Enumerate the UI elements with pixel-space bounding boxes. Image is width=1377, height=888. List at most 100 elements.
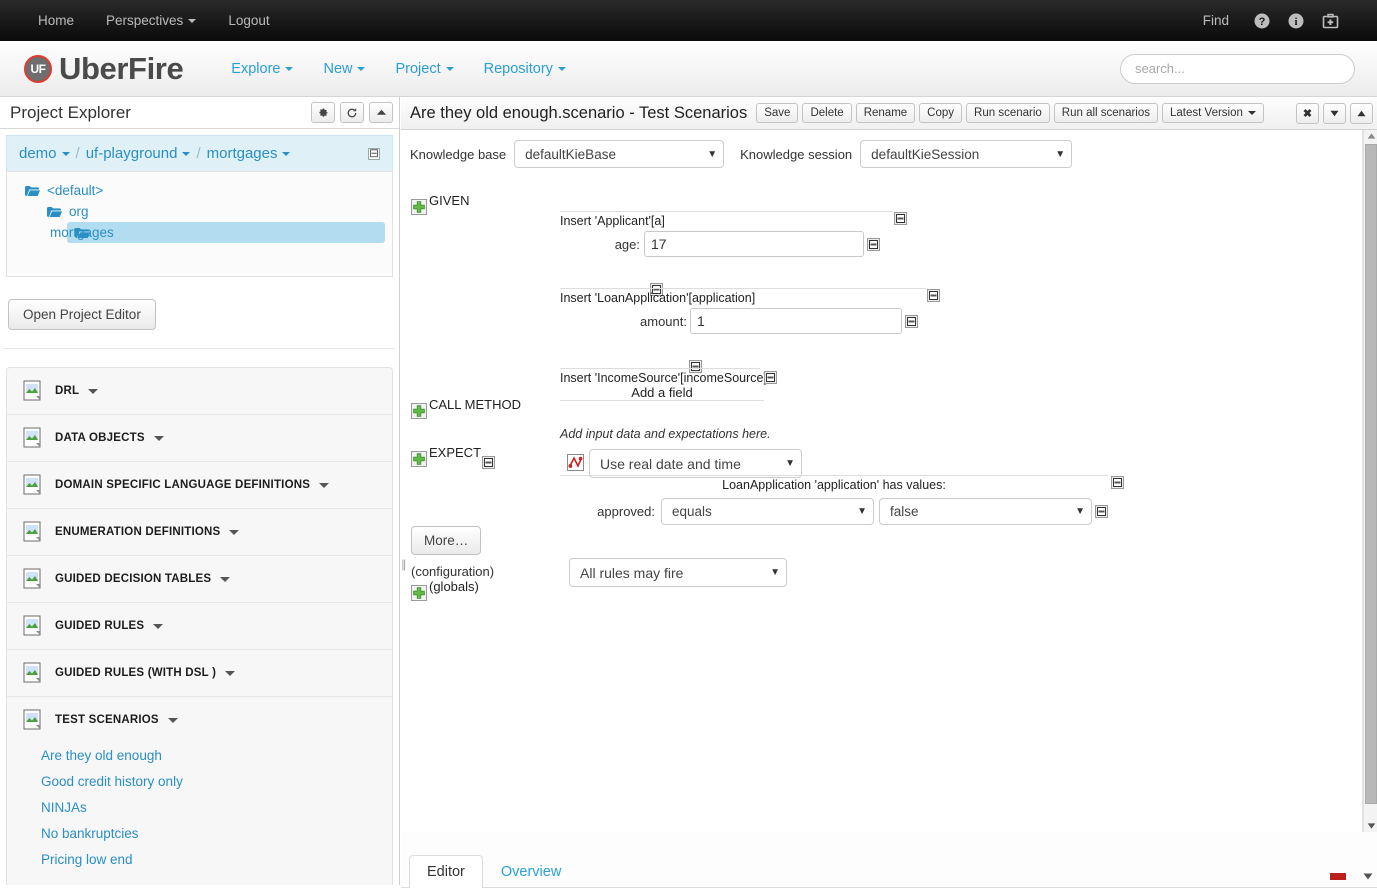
menu-repository[interactable]: Repository — [469, 61, 581, 77]
remove-fact-icon[interactable] — [927, 289, 940, 302]
nav-perspectives[interactable]: Perspectives — [90, 0, 212, 41]
accordion-header-guided-rules[interactable]: GUIDED RULES — [23, 603, 392, 649]
list-item[interactable]: Good credit history only — [41, 769, 392, 795]
delete-button[interactable]: Delete — [802, 103, 851, 123]
nav-logout[interactable]: Logout — [212, 0, 285, 41]
resize-corner-icon[interactable] — [1361, 870, 1374, 883]
tree-item-mortgages[interactable]: mortgages — [67, 222, 385, 243]
add-icon[interactable] — [411, 451, 427, 467]
breadcrumb-separator: / — [196, 145, 200, 162]
breadcrumb-repository-label: demo — [19, 145, 57, 162]
accordion-header-guided-decision-tables[interactable]: GUIDED DECISION TABLES — [23, 556, 392, 602]
amount-input[interactable] — [690, 308, 902, 334]
scroll-down-arrow-icon[interactable] — [1364, 820, 1377, 832]
document-icon — [23, 662, 43, 684]
test-scenarios-list: Are they old enough Good credit history … — [23, 743, 392, 885]
info-icon[interactable]: i — [1279, 0, 1313, 41]
gear-icon[interactable] — [311, 102, 335, 123]
save-button[interactable]: Save — [756, 103, 798, 123]
breadcrumb-collapse-icon[interactable]: ⊟ — [368, 148, 380, 160]
tree-item-label: <default> — [47, 183, 103, 198]
collapse-icon[interactable] — [369, 102, 393, 123]
app-logo[interactable]: UF UberFire — [0, 51, 183, 87]
scroll-up-arrow-icon[interactable] — [1364, 130, 1377, 142]
version-selector-button[interactable]: Latest Version — [1162, 103, 1264, 123]
accordion-header-data-objects[interactable]: DATA OBJECTS — [23, 415, 392, 461]
more-button[interactable]: More… — [411, 526, 481, 555]
menu-new[interactable]: New — [308, 61, 380, 77]
chevron-down-icon — [357, 67, 365, 71]
menu-explore[interactable]: Explore — [216, 61, 308, 77]
add-icon[interactable] — [411, 403, 427, 419]
run-all-scenarios-button[interactable]: Run all scenarios — [1054, 103, 1158, 123]
rules-fire-select[interactable]: All rules may fire ▼ — [569, 558, 787, 587]
accordion-header-dsl-definitions[interactable]: DOMAIN SPECIFIC LANGUAGE DEFINITIONS — [23, 462, 392, 508]
remove-field-icon[interactable] — [905, 315, 918, 328]
fact-title: Insert 'Applicant'[a] — [560, 211, 892, 228]
accordion-header-guided-rules-dsl[interactable]: GUIDED RULES (WITH DSL ) — [23, 650, 392, 696]
remove-expectation-field-icon[interactable] — [1095, 505, 1108, 518]
accordion-item-data-objects: DATA OBJECTS — [7, 415, 392, 462]
menu-project[interactable]: Project — [380, 61, 468, 77]
document-icon — [23, 709, 43, 731]
open-project-editor-button[interactable]: Open Project Editor — [8, 299, 156, 330]
list-item[interactable]: Are they old enough — [41, 743, 392, 769]
nav-find[interactable]: Find — [1187, 0, 1245, 41]
menu-new-label: New — [323, 61, 352, 77]
close-icon[interactable]: ✖ — [1296, 103, 1319, 124]
remove-expectation-icon[interactable] — [1111, 476, 1124, 489]
breadcrumb-item-project[interactable]: mortgages — [207, 145, 291, 162]
briefcase-icon[interactable] — [1313, 0, 1347, 41]
chevron-up-icon[interactable] — [1350, 103, 1373, 124]
accordion-item-guided-rules: GUIDED RULES — [7, 603, 392, 650]
knowledge-session-label: Knowledge session — [740, 147, 852, 162]
help-icon[interactable]: ? — [1245, 0, 1279, 41]
knowledge-session-select[interactable]: defaultKieSession ▼ — [860, 140, 1072, 168]
chevron-down-icon[interactable] — [1323, 103, 1346, 124]
menu-repository-label: Repository — [484, 61, 553, 77]
tree-item-org[interactable]: org — [7, 201, 392, 222]
tree-item-default[interactable]: <default> — [7, 180, 392, 201]
operator-select[interactable]: equals ▼ — [661, 498, 874, 525]
nav-logout-label: Logout — [228, 13, 269, 28]
list-item[interactable]: Pricing low end — [41, 847, 392, 873]
breadcrumb-item-project-group[interactable]: uf-playground — [86, 145, 191, 162]
accordion-item-guided-rules-dsl: GUIDED RULES (WITH DSL ) — [7, 650, 392, 697]
knowledge-base-select[interactable]: defaultKieBase ▼ — [514, 140, 724, 168]
remove-field-icon[interactable] — [867, 238, 880, 251]
age-input[interactable] — [644, 231, 864, 257]
expect-label: EXPECT — [429, 445, 481, 460]
refresh-icon[interactable] — [340, 102, 364, 123]
nav-home[interactable]: Home — [22, 0, 90, 41]
add-icon[interactable] — [411, 199, 427, 215]
run-scenario-button[interactable]: Run scenario — [966, 103, 1050, 123]
vertical-scrollbar[interactable] — [1363, 130, 1377, 832]
clock-red-icon[interactable] — [567, 454, 584, 474]
add-icon[interactable] — [411, 585, 427, 601]
remove-fact-icon[interactable] — [894, 212, 907, 225]
list-item[interactable]: No bankruptcies — [41, 821, 392, 847]
remove-expect-icon[interactable] — [482, 456, 495, 469]
search-input[interactable] — [1120, 54, 1355, 84]
accordion-header-test-scenarios[interactable]: TEST SCENARIOS — [23, 697, 392, 743]
status-marker — [1330, 873, 1346, 880]
accordion-header-drl[interactable]: DRL — [23, 368, 392, 414]
rename-button[interactable]: Rename — [856, 103, 915, 123]
date-time-value: Use real date and time — [600, 456, 741, 472]
accordion-header-enumeration-definitions[interactable]: ENUMERATION DEFINITIONS — [23, 509, 392, 555]
editor-tabs: Editor Overview — [401, 850, 1377, 888]
remove-fact-icon[interactable] — [764, 371, 777, 384]
uberfire-logo-icon: UF — [24, 55, 52, 83]
list-item[interactable]: NINJAs — [41, 795, 392, 821]
vertical-scroll-thumb[interactable] — [1365, 144, 1377, 804]
expected-value-select[interactable]: false ▼ — [879, 498, 1092, 525]
panel-splitter[interactable]: ∥ — [401, 558, 407, 582]
chevron-down-icon — [153, 624, 163, 629]
date-time-select[interactable]: Use real date and time ▼ — [589, 449, 802, 478]
tab-editor[interactable]: Editor — [409, 855, 483, 888]
add-field-link[interactable]: Add a field — [560, 385, 764, 401]
tab-overview[interactable]: Overview — [483, 855, 579, 888]
expectation-title: LoanApplication 'application' has values… — [560, 475, 1108, 492]
copy-button[interactable]: Copy — [919, 103, 962, 123]
breadcrumb-item-repository[interactable]: demo — [19, 145, 70, 162]
